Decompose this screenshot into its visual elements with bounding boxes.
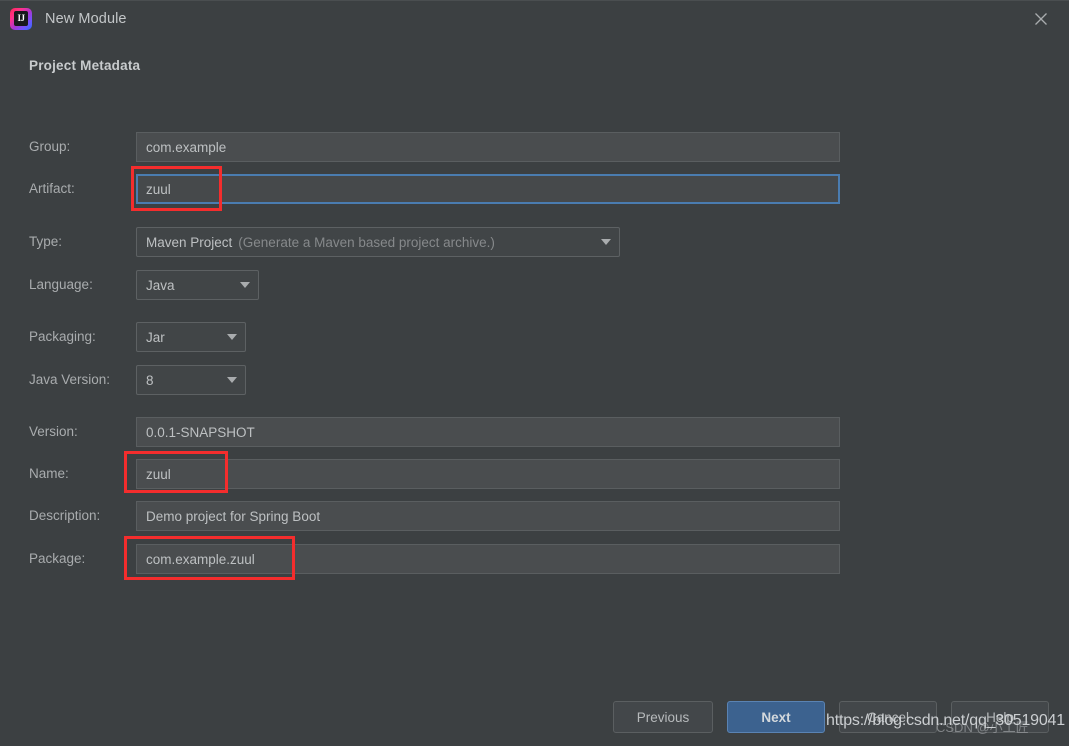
chevron-down-icon bbox=[227, 334, 237, 340]
description-value: Demo project for Spring Boot bbox=[146, 508, 321, 524]
java-version-value: 8 bbox=[146, 372, 154, 388]
type-hint: (Generate a Maven based project archive.… bbox=[238, 234, 495, 250]
description-label: Description: bbox=[29, 508, 101, 523]
close-icon[interactable] bbox=[1027, 8, 1055, 30]
packaging-value: Jar bbox=[146, 329, 165, 345]
section-title: Project Metadata bbox=[29, 58, 141, 73]
version-input[interactable]: 0.0.1-SNAPSHOT bbox=[136, 417, 840, 447]
language-label: Language: bbox=[29, 277, 93, 292]
packaging-label: Packaging: bbox=[29, 329, 96, 344]
java-version-dropdown[interactable]: 8 bbox=[136, 365, 246, 395]
type-value: Maven Project bbox=[146, 234, 233, 250]
name-input[interactable]: zuul bbox=[136, 459, 840, 489]
group-value: com.example bbox=[146, 139, 227, 155]
chevron-down-icon bbox=[601, 239, 611, 245]
name-value: zuul bbox=[146, 466, 171, 482]
description-input[interactable]: Demo project for Spring Boot bbox=[136, 501, 840, 531]
package-value: com.example.zuul bbox=[146, 551, 255, 567]
title-bar: IJ New Module bbox=[0, 1, 1069, 37]
artifact-input[interactable]: zuul bbox=[136, 174, 840, 204]
language-dropdown[interactable]: Java bbox=[136, 270, 259, 300]
intellij-idea-icon: IJ bbox=[10, 8, 32, 30]
new-module-dialog: IJ New Module Project Metadata Group: com… bbox=[0, 0, 1069, 746]
java-version-label: Java Version: bbox=[29, 372, 111, 387]
package-input[interactable]: com.example.zuul bbox=[136, 544, 840, 574]
artifact-label: Artifact: bbox=[29, 181, 75, 196]
intellij-idea-icon-glyph: IJ bbox=[17, 13, 25, 23]
version-value: 0.0.1-SNAPSHOT bbox=[146, 424, 255, 440]
dialog-button-bar: Previous Next Cancel Help bbox=[0, 701, 1069, 733]
group-input[interactable]: com.example bbox=[136, 132, 840, 162]
package-label: Package: bbox=[29, 551, 86, 566]
version-label: Version: bbox=[29, 424, 78, 439]
artifact-value: zuul bbox=[146, 181, 171, 197]
type-dropdown[interactable]: Maven Project (Generate a Maven based pro… bbox=[136, 227, 620, 257]
cancel-button[interactable]: Cancel bbox=[839, 701, 937, 733]
group-label: Group: bbox=[29, 139, 71, 154]
packaging-dropdown[interactable]: Jar bbox=[136, 322, 246, 352]
name-label: Name: bbox=[29, 466, 69, 481]
previous-button[interactable]: Previous bbox=[613, 701, 713, 733]
language-value: Java bbox=[146, 277, 175, 293]
next-button[interactable]: Next bbox=[727, 701, 825, 733]
chevron-down-icon bbox=[227, 377, 237, 383]
type-label: Type: bbox=[29, 234, 63, 249]
help-button[interactable]: Help bbox=[951, 701, 1049, 733]
chevron-down-icon bbox=[240, 282, 250, 288]
window-title: New Module bbox=[45, 11, 127, 27]
